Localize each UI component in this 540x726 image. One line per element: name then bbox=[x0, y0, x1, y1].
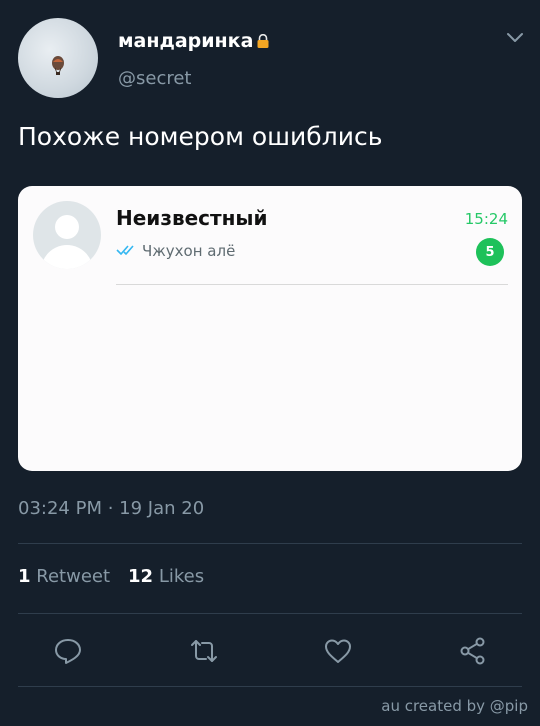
message-time: 15:24 bbox=[464, 210, 508, 228]
message-preview: Чжухон алё bbox=[116, 242, 235, 260]
divider bbox=[18, 686, 522, 687]
contact-name: Неизвестный bbox=[116, 206, 268, 230]
share-button[interactable] bbox=[458, 636, 488, 666]
lock-icon bbox=[257, 34, 269, 48]
hot-air-balloon-image bbox=[52, 56, 64, 75]
likes-stat[interactable]: 12 Likes bbox=[128, 566, 204, 587]
unread-badge: 5 bbox=[476, 238, 504, 266]
retweets-count: 1 bbox=[18, 566, 31, 587]
chat-screenshot-card[interactable]: Неизвестный 15:24 Чжухон алё 5 bbox=[18, 186, 522, 471]
share-icon bbox=[460, 637, 485, 665]
reply-button[interactable] bbox=[53, 636, 83, 666]
contact-avatar bbox=[33, 201, 101, 269]
avatar[interactable] bbox=[18, 18, 98, 98]
tweet-timestamp[interactable]: 03:24 PM · 19 Jan 20 bbox=[18, 498, 204, 519]
retweets-stat[interactable]: 1 Retweet bbox=[18, 566, 110, 587]
chevron-down-icon[interactable] bbox=[505, 30, 525, 46]
like-icon bbox=[325, 639, 351, 663]
author-credit: au created by @pip bbox=[381, 697, 528, 715]
divider bbox=[18, 613, 522, 614]
tweet-header: мандаринка @secret bbox=[0, 0, 540, 110]
double-check-icon bbox=[116, 245, 134, 256]
retweets-label: Retweet bbox=[36, 566, 111, 587]
display-name[interactable]: мандаринка bbox=[118, 30, 270, 52]
chat-divider bbox=[116, 284, 508, 285]
likes-count: 12 bbox=[128, 566, 154, 587]
avatar-body-shape bbox=[41, 245, 93, 269]
tweet-stats: 1 Retweet 12 Likes bbox=[18, 566, 204, 587]
divider bbox=[18, 543, 522, 544]
tweet-text: Похоже номером ошиблись bbox=[18, 122, 383, 151]
user-handle[interactable]: @secret bbox=[118, 68, 192, 89]
message-preview-text: Чжухон алё bbox=[142, 242, 236, 260]
likes-label: Likes bbox=[158, 566, 205, 587]
tweet-actions bbox=[0, 634, 540, 670]
like-button[interactable] bbox=[323, 636, 353, 666]
reply-icon bbox=[55, 639, 81, 664]
retweet-button[interactable] bbox=[189, 636, 219, 666]
avatar-head-shape bbox=[55, 215, 79, 239]
display-name-text: мандаринка bbox=[118, 30, 254, 52]
retweet-icon bbox=[191, 640, 217, 662]
